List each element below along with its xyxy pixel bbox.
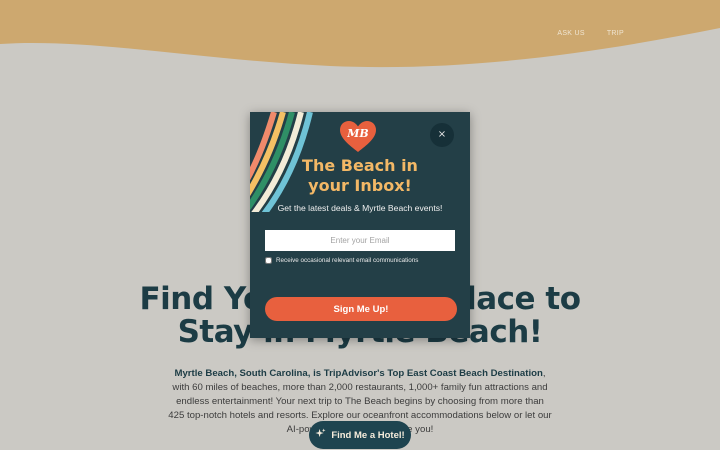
- logo-text: MB: [346, 127, 368, 140]
- sign-up-button[interactable]: Sign Me Up!: [265, 297, 457, 321]
- popup-title-line-2: your Inbox!: [308, 176, 412, 195]
- hero-description-bold: Myrtle Beach, South Carolina, is TripAdv…: [174, 367, 543, 379]
- close-icon: ×: [437, 129, 447, 140]
- consent-checkbox-row[interactable]: Receive occasional relevant email commun…: [265, 257, 418, 264]
- find-hotel-button[interactable]: Find Me a Hotel!: [309, 421, 411, 449]
- popup-subtitle: Get the latest deals & Myrtle Beach even…: [277, 203, 443, 213]
- close-button[interactable]: ×: [430, 123, 454, 147]
- newsletter-popup: MB × The Beach in your Inbox! Get the la…: [250, 112, 470, 338]
- sparkle-icon: [315, 428, 326, 442]
- consent-label: Receive occasional relevant email commun…: [276, 257, 419, 264]
- popup-title: The Beach in your Inbox!: [250, 156, 470, 196]
- sign-up-button-label: Sign Me Up!: [333, 303, 389, 315]
- find-hotel-button-label: Find Me a Hotel!: [331, 429, 405, 441]
- consent-checkbox[interactable]: [265, 257, 272, 264]
- email-field[interactable]: [265, 230, 455, 251]
- popup-title-line-1: The Beach in: [302, 156, 418, 175]
- header-wave: [0, 0, 720, 68]
- nav-item-ask-us[interactable]: ASK US: [557, 30, 584, 37]
- top-nav: ASK US TRIP: [557, 30, 624, 37]
- heart-logo-icon: MB: [339, 120, 377, 154]
- nav-item-trip[interactable]: TRIP: [607, 30, 624, 37]
